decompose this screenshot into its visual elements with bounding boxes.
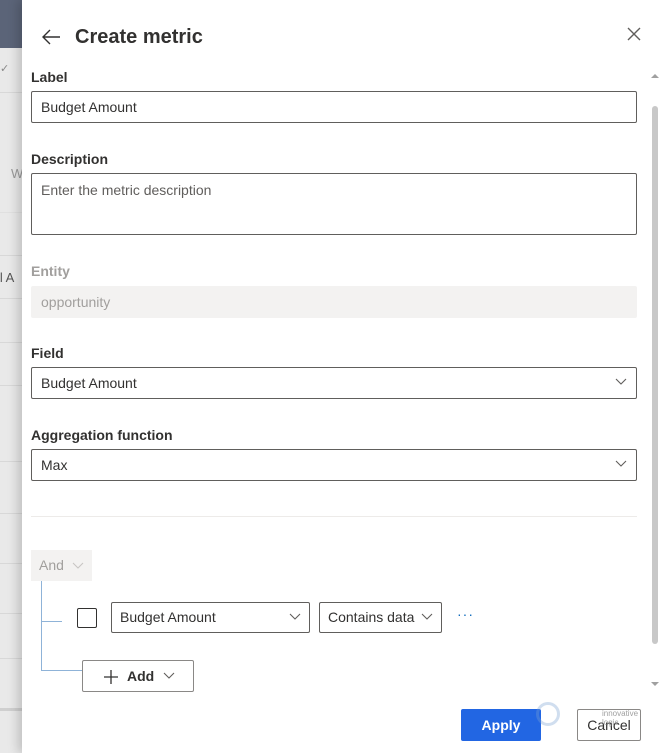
- apply-button[interactable]: Apply: [461, 709, 541, 741]
- background-row-divider: [0, 513, 22, 514]
- aggregation-dropdown[interactable]: Max: [31, 449, 637, 481]
- background-page: ✓ W il A: [0, 0, 22, 753]
- background-text-fragment: il A: [0, 270, 15, 285]
- background-row-divider: [0, 461, 22, 462]
- arrow-left-icon[interactable]: [40, 26, 62, 48]
- plus-icon: [104, 670, 118, 684]
- add-button[interactable]: Add: [82, 660, 194, 692]
- aggregation-field-label: Aggregation function: [31, 427, 173, 443]
- background-top-bar: [0, 0, 22, 48]
- section-divider: [31, 516, 637, 517]
- background-row-divider: [0, 563, 22, 564]
- field-field-label: Field: [31, 345, 64, 361]
- close-icon[interactable]: [625, 25, 643, 43]
- condition-checkbox[interactable]: [77, 608, 97, 628]
- background-row-divider: [0, 658, 22, 659]
- condition-field-dropdown[interactable]: Budget Amount: [111, 602, 310, 633]
- description-field-label: Description: [31, 151, 109, 167]
- background-row-divider: [0, 298, 22, 299]
- background-row-divider: [0, 385, 22, 386]
- label-field-label: Label: [31, 69, 68, 85]
- chevron-down-icon: [615, 460, 627, 467]
- description-textarea[interactable]: Enter the metric description: [31, 173, 637, 235]
- description-placeholder: Enter the metric description: [41, 182, 212, 198]
- add-button-label: Add: [127, 668, 155, 684]
- chevron-down-icon: [289, 613, 301, 620]
- chevron-down-icon: [615, 378, 627, 385]
- background-row-divider: [0, 255, 22, 256]
- aggregation-dropdown-value: Max: [41, 457, 68, 473]
- page-title: Create metric: [75, 26, 203, 48]
- scroll-up-arrow-icon[interactable]: [651, 74, 659, 78]
- tree-branch-line: [41, 670, 82, 671]
- field-dropdown-value: Budget Amount: [41, 375, 137, 391]
- group-operator-label: And: [39, 557, 64, 573]
- entity-input: opportunity: [31, 286, 637, 318]
- condition-operator-value: Contains data: [328, 609, 415, 625]
- condition-operator-dropdown[interactable]: Contains data: [319, 602, 442, 633]
- background-row-divider: [0, 92, 22, 93]
- chevron-down-icon: [163, 672, 175, 679]
- background-check-icon: ✓: [0, 63, 10, 75]
- label-input[interactable]: Budget Amount: [31, 91, 637, 123]
- tree-branch-line: [41, 621, 62, 622]
- create-metric-panel: Create metric Label Budget Amount Descri…: [22, 0, 665, 753]
- entity-field-label: Entity: [31, 263, 70, 279]
- chevron-down-icon: [421, 613, 433, 620]
- label-input-value: Budget Amount: [41, 99, 137, 115]
- background-row-divider: [0, 212, 22, 213]
- condition-field-value: Budget Amount: [120, 609, 216, 625]
- background-row-divider: [0, 613, 22, 614]
- group-operator-dropdown: And: [31, 550, 92, 581]
- cancel-button[interactable]: Cancel: [577, 709, 641, 741]
- tree-vertical-line: [41, 581, 42, 671]
- panel-header: Create metric: [22, 0, 665, 66]
- background-row-divider: [0, 708, 22, 711]
- vertical-scrollbar[interactable]: [649, 70, 661, 690]
- background-row-divider: [0, 342, 22, 343]
- field-dropdown[interactable]: Budget Amount: [31, 367, 637, 399]
- scroll-down-arrow-icon[interactable]: [651, 682, 659, 686]
- background-text-fragment: W: [11, 166, 22, 181]
- more-horizontal-icon[interactable]: ···: [457, 606, 474, 622]
- scroll-thumb[interactable]: [652, 106, 658, 644]
- entity-input-value: opportunity: [41, 294, 111, 310]
- chevron-down-icon: [72, 562, 84, 569]
